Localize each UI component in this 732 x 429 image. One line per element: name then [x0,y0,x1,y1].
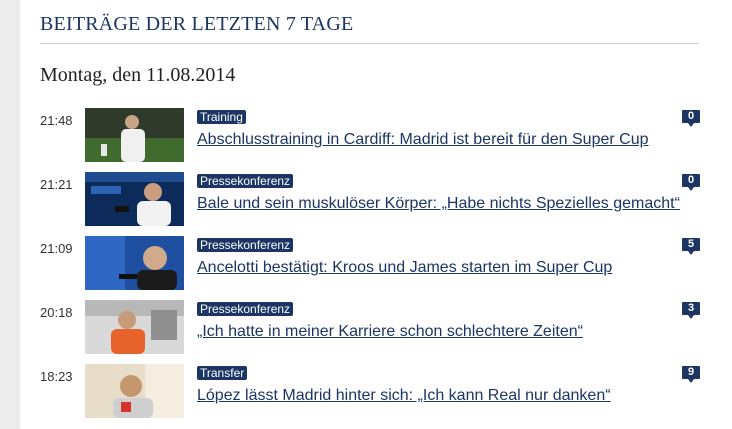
category-tag[interactable]: Pressekonferenz [197,302,294,316]
post-item: 20:18 Pressekonferenz „Ich hatte in mein… [40,300,700,354]
comment-count-badge[interactable]: 5 [682,238,700,255]
section-divider [40,43,699,44]
post-headline-link[interactable]: Ancelotti bestätigt: Kroos und James sta… [197,259,612,277]
post-thumbnail[interactable] [85,108,184,162]
post-thumbnail[interactable] [85,364,184,418]
comment-count-badge[interactable]: 0 [682,174,700,191]
comment-count-badge[interactable]: 0 [682,110,700,127]
post-time: 21:21 [40,177,73,192]
post-headline-link[interactable]: Bale und sein muskulöser Körper: „Habe n… [197,195,680,213]
comment-count-badge[interactable]: 9 [682,366,700,383]
section-title: BEITRÄGE DER LETZTEN 7 TAGE [40,13,354,35]
category-tag[interactable]: Transfer [197,366,248,380]
post-headline-link[interactable]: Abschlusstraining in Cardiff: Madrid ist… [197,131,648,149]
category-tag[interactable]: Pressekonferenz [197,238,294,252]
post-time: 21:48 [40,113,73,128]
post-item: 21:21 Pressekonferenz Bale und sein musk… [40,172,700,226]
page-sidebar-stripe [0,0,20,429]
post-time: 21:09 [40,241,73,256]
category-tag[interactable]: Training [197,110,246,124]
date-heading: Montag, den 11.08.2014 [40,64,236,86]
post-thumbnail[interactable] [85,172,184,226]
post-thumbnail[interactable] [85,300,184,354]
post-item: 21:09 Pressekonferenz Ancelotti bestätig… [40,236,700,290]
post-headline-link[interactable]: López lässt Madrid hinter sich: „Ich kan… [197,387,611,405]
comment-count-badge[interactable]: 3 [682,302,700,319]
post-thumbnail[interactable] [85,236,184,290]
post-time: 20:18 [40,305,73,320]
category-tag[interactable]: Pressekonferenz [197,174,294,188]
post-item: 21:48 Training Abschlusstraining in Card… [40,108,700,162]
post-item: 18:23 Transfer López lässt Madrid hinter… [40,364,700,418]
post-time: 18:23 [40,369,73,384]
post-headline-link[interactable]: „Ich hatte in meiner Karriere schon schl… [197,323,583,341]
